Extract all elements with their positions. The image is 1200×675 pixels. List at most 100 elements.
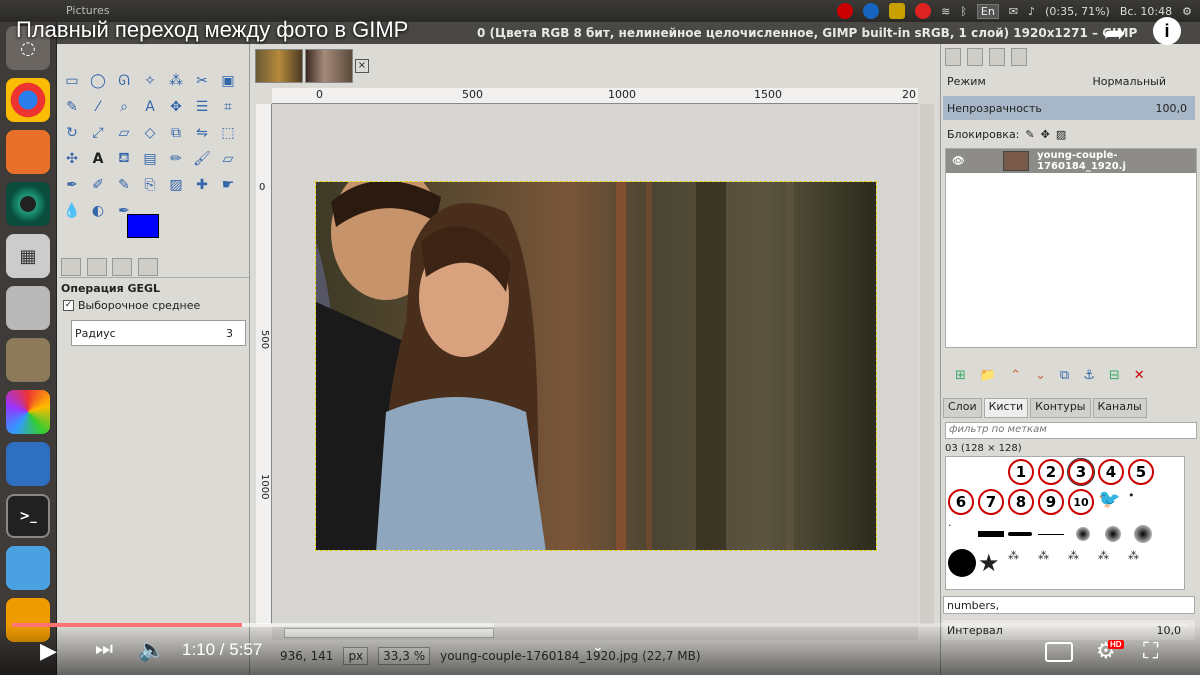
lock-icon[interactable] [889,3,906,19]
tab-channels-icon[interactable] [967,48,983,66]
mode-value[interactable]: Нормальный [1092,75,1166,88]
brush-9[interactable]: 9 [1038,489,1064,515]
image-tab-thumbnail[interactable] [255,49,303,83]
splatter-brush-icon[interactable]: ⁂ [1128,549,1158,579]
scissors-icon[interactable]: ✂ [191,70,213,92]
brush-5[interactable]: 5 [1128,459,1154,485]
disc-icon[interactable] [6,546,50,590]
tab-tool-options[interactable] [61,258,81,276]
unit-select[interactable]: px [343,647,369,665]
tab-layers-icon[interactable] [945,48,961,66]
battery-status[interactable]: (0:35, 71%) [1045,5,1110,18]
brush-lock-icon[interactable]: ✎ [1025,128,1034,141]
calculator-icon[interactable]: ▦ [6,234,50,278]
zoom-icon[interactable]: ⌕ [113,96,135,118]
perspective-clone-icon[interactable]: ▨ [165,174,187,196]
transform-icon[interactable]: ⧉ [165,122,187,144]
tab-images[interactable] [137,258,158,276]
rotate-icon[interactable]: ↻ [61,122,83,144]
flip-icon[interactable]: ⇋ [191,122,213,144]
smudge-icon[interactable]: ☛ [217,174,239,196]
splatter-brush-icon[interactable]: ⁂ [1008,549,1038,579]
new-layer-icon[interactable]: ⊞ [955,368,966,383]
radius-spinner[interactable]: Радиус 3 [71,320,246,346]
shear-icon[interactable]: ▱ [113,122,135,144]
move-icon[interactable]: ✥ [165,96,187,118]
color-picker-icon[interactable] [6,390,50,434]
brush-8[interactable]: 8 [1008,489,1034,515]
bucket-fill-icon[interactable]: ⛾ [113,148,135,170]
brush-7[interactable]: 7 [978,489,1004,515]
line-brush-icon[interactable] [978,531,1004,537]
brush-4[interactable]: 4 [1098,459,1124,485]
scrollbar-thumb[interactable] [284,628,494,638]
pencil-icon[interactable]: ✏ [165,148,187,170]
bluetooth-icon[interactable]: ᛒ [960,5,967,18]
paintbrush-icon[interactable]: 🖌 [191,148,213,170]
new-group-icon[interactable]: 📁 [980,368,996,383]
mail-icon[interactable]: ✉ [1009,5,1018,18]
free-select-icon[interactable]: ᘏ [113,70,135,92]
brush-2[interactable]: 2 [1038,459,1064,485]
tab-paths[interactable]: Контуры [1030,398,1091,418]
position-lock-icon[interactable]: ✥ [1041,128,1050,141]
thunderbird-icon[interactable] [6,442,50,486]
foreground-select-icon[interactable]: ▣ [217,70,239,92]
terminal-icon[interactable]: >_ [6,494,50,538]
color-picker-tool-icon[interactable]: ⁄ [87,96,109,118]
crop-icon[interactable]: ⌗ [217,96,239,118]
filter-checkbox-row[interactable]: ✓ Выборочное среднее [59,297,247,314]
soft-brush-icon[interactable] [1134,525,1152,543]
text-icon[interactable]: A [87,148,109,170]
ellipse-select-icon[interactable]: ◯ [87,70,109,92]
spacing-slider[interactable]: Интервал 10,0 [943,620,1195,640]
chrome-icon[interactable] [6,78,50,122]
star-brush-icon[interactable]: ★ [978,549,1008,579]
hp-icon[interactable] [863,3,880,19]
opacity-value[interactable]: 100,0 [1156,102,1188,115]
merge-icon[interactable]: ⊟ [1109,368,1120,383]
horizontal-scrollbar[interactable] [272,626,918,640]
files-icon[interactable] [6,130,50,174]
line-brush-icon[interactable] [1008,532,1032,536]
canvas[interactable] [272,104,918,624]
brush-tag-input[interactable]: numbers, [943,596,1195,614]
duplicate-icon[interactable]: ⧉ [1060,368,1069,383]
rect-select-icon[interactable]: ▭ [61,70,83,92]
soft-brush-icon[interactable] [1076,527,1090,541]
tab-undo[interactable] [112,258,132,276]
color-select-icon[interactable]: ⁂ [165,70,187,92]
image-tab-thumbnail[interactable] [305,49,353,83]
scale-icon[interactable]: ⤢ [87,122,109,144]
zoom-select[interactable]: 33,3 % [378,647,431,665]
mode-row[interactable]: Режим Нормальный [943,72,1198,90]
ink-icon[interactable]: ✐ [87,174,109,196]
splatter-brush-icon[interactable]: ⁂ [1098,549,1128,579]
splatter-brush-icon[interactable]: ⁂ [1068,549,1098,579]
align-icon[interactable]: ☰ [191,96,213,118]
raise-icon[interactable]: ⌃ [1010,368,1021,383]
dot-brush-icon[interactable]: • [1128,489,1158,519]
camera-icon[interactable] [6,182,50,226]
measure-icon[interactable]: A [139,96,161,118]
tab-device-status[interactable] [86,258,107,276]
wifi-icon[interactable]: ≋ [941,5,950,18]
bird-brush-icon[interactable]: 🐦 [1098,489,1128,519]
image-photo[interactable] [315,181,877,551]
brush-1[interactable]: 1 [1008,459,1034,485]
splatter-brush-icon[interactable]: ⁂ [1038,549,1068,579]
paths-icon[interactable]: ✎ [61,96,83,118]
anchor-icon[interactable]: ⚓ [1083,368,1095,383]
close-icon[interactable]: × [355,59,369,73]
fuzzy-select-icon[interactable]: ✧ [139,70,161,92]
eraser-icon[interactable]: ▱ [217,148,239,170]
brush-3[interactable]: 3 [1067,458,1095,486]
lower-icon[interactable]: ⌄ [1035,368,1046,383]
clock[interactable]: Вс. 10:48 [1120,5,1172,18]
checkbox[interactable]: ✓ [63,300,74,311]
blur-icon[interactable]: 💧 [61,200,83,222]
eye-icon[interactable]: 👁 [952,156,965,167]
tab-paths-icon[interactable] [989,48,1005,66]
delete-icon[interactable]: ✕ [1134,368,1145,383]
brush-tag-filter[interactable]: фильтр по меткам [945,422,1197,439]
